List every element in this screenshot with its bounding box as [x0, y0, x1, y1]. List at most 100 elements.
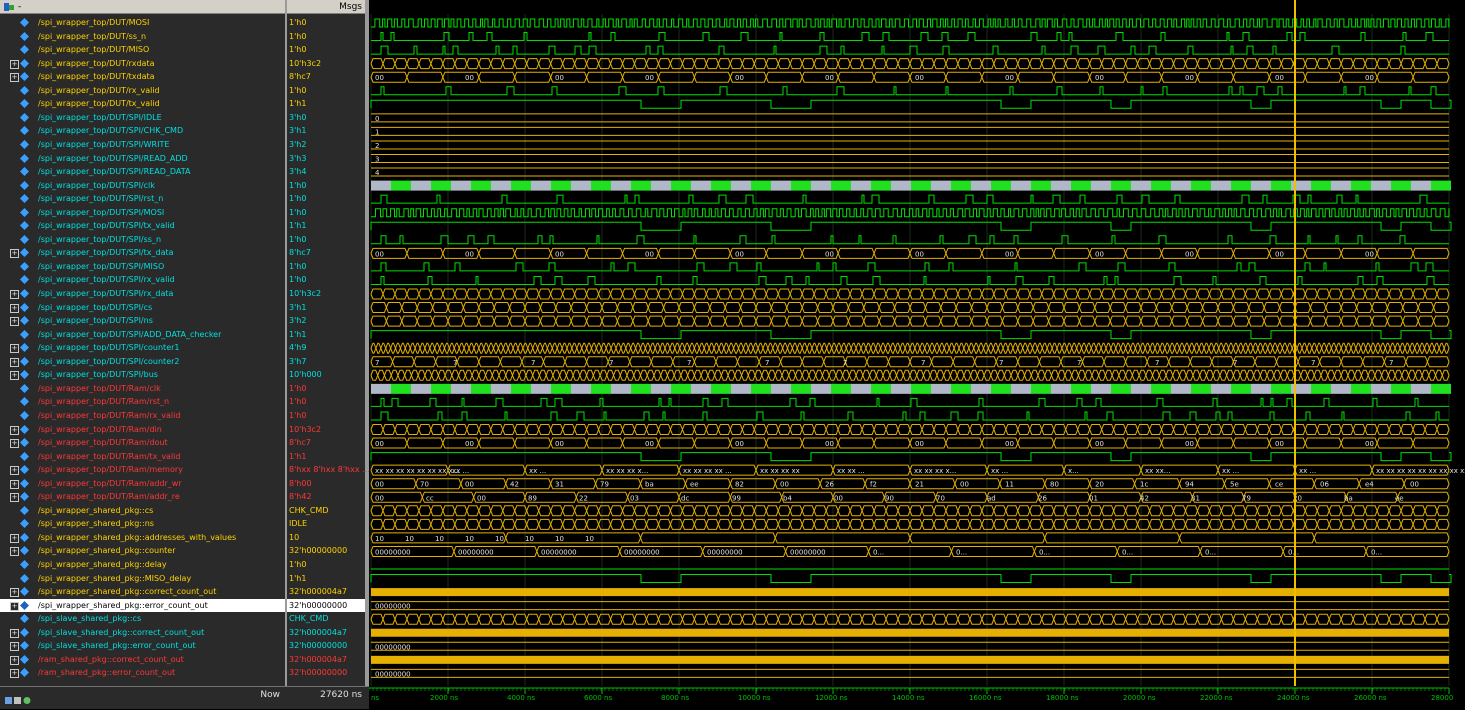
signal-row[interactable]: +/spi_wrapper_top/DUT/txdata: [0, 70, 285, 84]
signal-row[interactable]: /spi_wrapper_top/DUT/tx_valid: [0, 97, 285, 111]
signal-row[interactable]: +/ram_shared_pkg::error_count_out: [0, 666, 285, 680]
bus-segment: [1306, 369, 1315, 381]
expand-icon[interactable]: +: [10, 371, 19, 381]
expand-icon[interactable]: +: [10, 669, 19, 679]
clock-segment: [1331, 383, 1351, 394]
signal-row[interactable]: +/spi_wrapper_shared_pkg::counter: [0, 544, 285, 558]
signal-row[interactable]: /spi_wrapper_top/DUT/ss_n: [0, 30, 285, 44]
expand-icon[interactable]: +: [10, 73, 19, 83]
bus-segment: [1196, 71, 1234, 83]
expand-icon[interactable]: +: [10, 317, 19, 327]
signal-row[interactable]: /spi_wrapper_top/DUT/rx_valid: [0, 84, 285, 98]
signal-row[interactable]: +/spi_wrapper_top/DUT/SPI/cs: [0, 301, 285, 315]
signal-row[interactable]: +/spi_wrapper_top/DUT/Ram/din: [0, 423, 285, 437]
signal-row[interactable]: /spi_wrapper_top/DUT/SPI/ss_n: [0, 233, 285, 247]
bus-segment: [550, 288, 564, 300]
expand-icon[interactable]: +: [10, 290, 19, 299]
signal-row[interactable]: +/spi_wrapper_top/DUT/Ram/dout: [0, 436, 285, 450]
signal-value: 3'h7: [289, 356, 307, 366]
expand-icon[interactable]: +: [10, 642, 19, 652]
signal-row[interactable]: +/spi_wrapper_shared_pkg::correct_count_…: [0, 585, 285, 599]
bus-segment: [1244, 613, 1258, 625]
signal-row[interactable]: +/spi_wrapper_shared_pkg::error_count_ou…: [0, 598, 285, 613]
wave-toolbar-icon[interactable]: [4, 2, 15, 12]
expand-icon[interactable]: +: [10, 533, 19, 543]
clock-segment: [1031, 180, 1051, 191]
expand-icon[interactable]: +: [10, 547, 19, 557]
signal-row[interactable]: /spi_wrapper_shared_pkg::MISO_delay: [0, 572, 285, 586]
signal-row[interactable]: /spi_wrapper_top/DUT/SPI/rst_n: [0, 192, 285, 206]
bus-segment: [610, 288, 624, 300]
signal-row[interactable]: +/spi_wrapper_top/DUT/SPI/ns: [0, 314, 285, 328]
signal-row[interactable]: +/spi_wrapper_top/DUT/Ram/memory: [0, 463, 285, 477]
signal-row[interactable]: /spi_wrapper_top/DUT/Ram/tx_valid: [0, 450, 285, 464]
status-icons[interactable]: [5, 691, 31, 710]
expand-icon[interactable]: +: [10, 249, 19, 259]
signal-row[interactable]: /spi_slave_shared_pkg::cs: [0, 612, 285, 626]
bus-segment: [684, 342, 691, 354]
expand-icon[interactable]: +: [10, 466, 19, 476]
signal-row[interactable]: /spi_wrapper_top/DUT/SPI/MOSI: [0, 206, 285, 220]
signal-row[interactable]: /spi_wrapper_top/DUT/SPI/READ_DATA: [0, 165, 285, 179]
expand-icon[interactable]: +: [10, 303, 19, 313]
bit-waveform: [370, 221, 1452, 231]
bus-segment: [741, 518, 755, 530]
signal-row[interactable]: +/spi_wrapper_top/DUT/rxdata: [0, 57, 285, 71]
signal-row[interactable]: /spi_wrapper_top/DUT/Ram/rx_valid: [0, 409, 285, 423]
signal-row[interactable]: /spi_wrapper_top/DUT/SPI/IDLE: [0, 111, 285, 125]
signal-row[interactable]: +/ram_shared_pkg::correct_count_out: [0, 653, 285, 667]
expand-icon[interactable]: +: [10, 628, 19, 638]
expand-icon[interactable]: +: [10, 344, 19, 354]
signal-row[interactable]: +/spi_wrapper_top/DUT/Ram/addr_re: [0, 490, 285, 504]
expand-icon[interactable]: +: [10, 357, 19, 367]
expand-icon[interactable]: +: [10, 479, 19, 489]
signal-row[interactable]: +/spi_slave_shared_pkg::error_count_out: [0, 639, 285, 653]
expand-icon[interactable]: +: [10, 601, 19, 611]
signal-row[interactable]: /spi_wrapper_shared_pkg::ns: [0, 517, 285, 531]
toolbar-dropdown-arrow[interactable]: -: [18, 0, 21, 14]
signal-row[interactable]: /spi_wrapper_top/DUT/SPI/MISO: [0, 260, 285, 274]
bus-segment: [1311, 342, 1318, 354]
signal-row[interactable]: +/spi_slave_shared_pkg::correct_count_ou…: [0, 626, 285, 640]
signal-row[interactable]: +/spi_wrapper_top/DUT/SPI/rx_data: [0, 287, 285, 301]
signal-row[interactable]: +/spi_wrapper_top/DUT/SPI/counter1: [0, 341, 285, 355]
bus-segment: [837, 247, 875, 259]
bus-segment: [562, 58, 576, 70]
signal-row[interactable]: +/spi_wrapper_shared_pkg::addresses_with…: [0, 531, 285, 545]
bus-segment: [1196, 247, 1234, 259]
bus-segment: [861, 288, 875, 300]
signal-row[interactable]: +/spi_wrapper_top/DUT/Ram/addr_wr: [0, 477, 285, 491]
expand-icon[interactable]: +: [10, 59, 19, 69]
signal-row[interactable]: +/spi_wrapper_top/DUT/SPI/bus: [0, 368, 285, 382]
expand-icon[interactable]: +: [10, 493, 19, 503]
signal-value: 1'h0: [289, 18, 307, 27]
signal-row[interactable]: /spi_wrapper_top/DUT/SPI/rx_valid: [0, 273, 285, 287]
expand-icon[interactable]: +: [10, 655, 19, 665]
bus-segment: [595, 342, 602, 354]
bus-segment: [1421, 369, 1430, 381]
signal-row[interactable]: /spi_wrapper_top/DUT/SPI/tx_valid: [0, 219, 285, 233]
signal-row[interactable]: +/spi_wrapper_top/DUT/SPI/counter2: [0, 355, 285, 369]
signal-row[interactable]: /spi_wrapper_top/DUT/MOSI: [0, 16, 285, 30]
expand-icon[interactable]: +: [10, 588, 19, 598]
signal-row[interactable]: /spi_wrapper_top/DUT/SPI/READ_ADD: [0, 152, 285, 166]
expand-icon[interactable]: +: [10, 439, 19, 449]
signal-row[interactable]: /spi_wrapper_top/DUT/SPI/clk: [0, 179, 285, 193]
bus-segment: [370, 613, 384, 625]
bus-segment: [1286, 342, 1293, 354]
timeline-label: 8000 ns: [661, 694, 689, 702]
clock-segment: [1431, 383, 1451, 394]
signal-row[interactable]: /spi_wrapper_top/DUT/SPI/CHK_CMD: [0, 124, 285, 138]
signal-row[interactable]: /spi_wrapper_top/DUT/SPI/WRITE: [0, 138, 285, 152]
signal-row[interactable]: /spi_wrapper_shared_pkg::cs: [0, 504, 285, 518]
waveform-canvas[interactable]: 00 00 00 00 00 00 00 00 00 00 00 000123400 00 00 00 00 0…: [369, 0, 1465, 708]
signal-row[interactable]: /spi_wrapper_top/DUT/SPI/ADD_DATA_checke…: [0, 328, 285, 342]
signal-row[interactable]: +/spi_wrapper_top/DUT/SPI/tx_data: [0, 246, 285, 260]
signal-row[interactable]: /spi_wrapper_top/DUT/Ram/rst_n: [0, 395, 285, 409]
signal-row[interactable]: /spi_wrapper_top/DUT/MISO: [0, 43, 285, 57]
signal-row[interactable]: /spi_wrapper_top/DUT/Ram/clk: [0, 382, 285, 396]
signal-row[interactable]: /spi_wrapper_shared_pkg::delay: [0, 558, 285, 572]
bus-segment: [909, 505, 923, 517]
expand-icon[interactable]: +: [10, 425, 19, 435]
bus-segment: [1041, 505, 1055, 517]
